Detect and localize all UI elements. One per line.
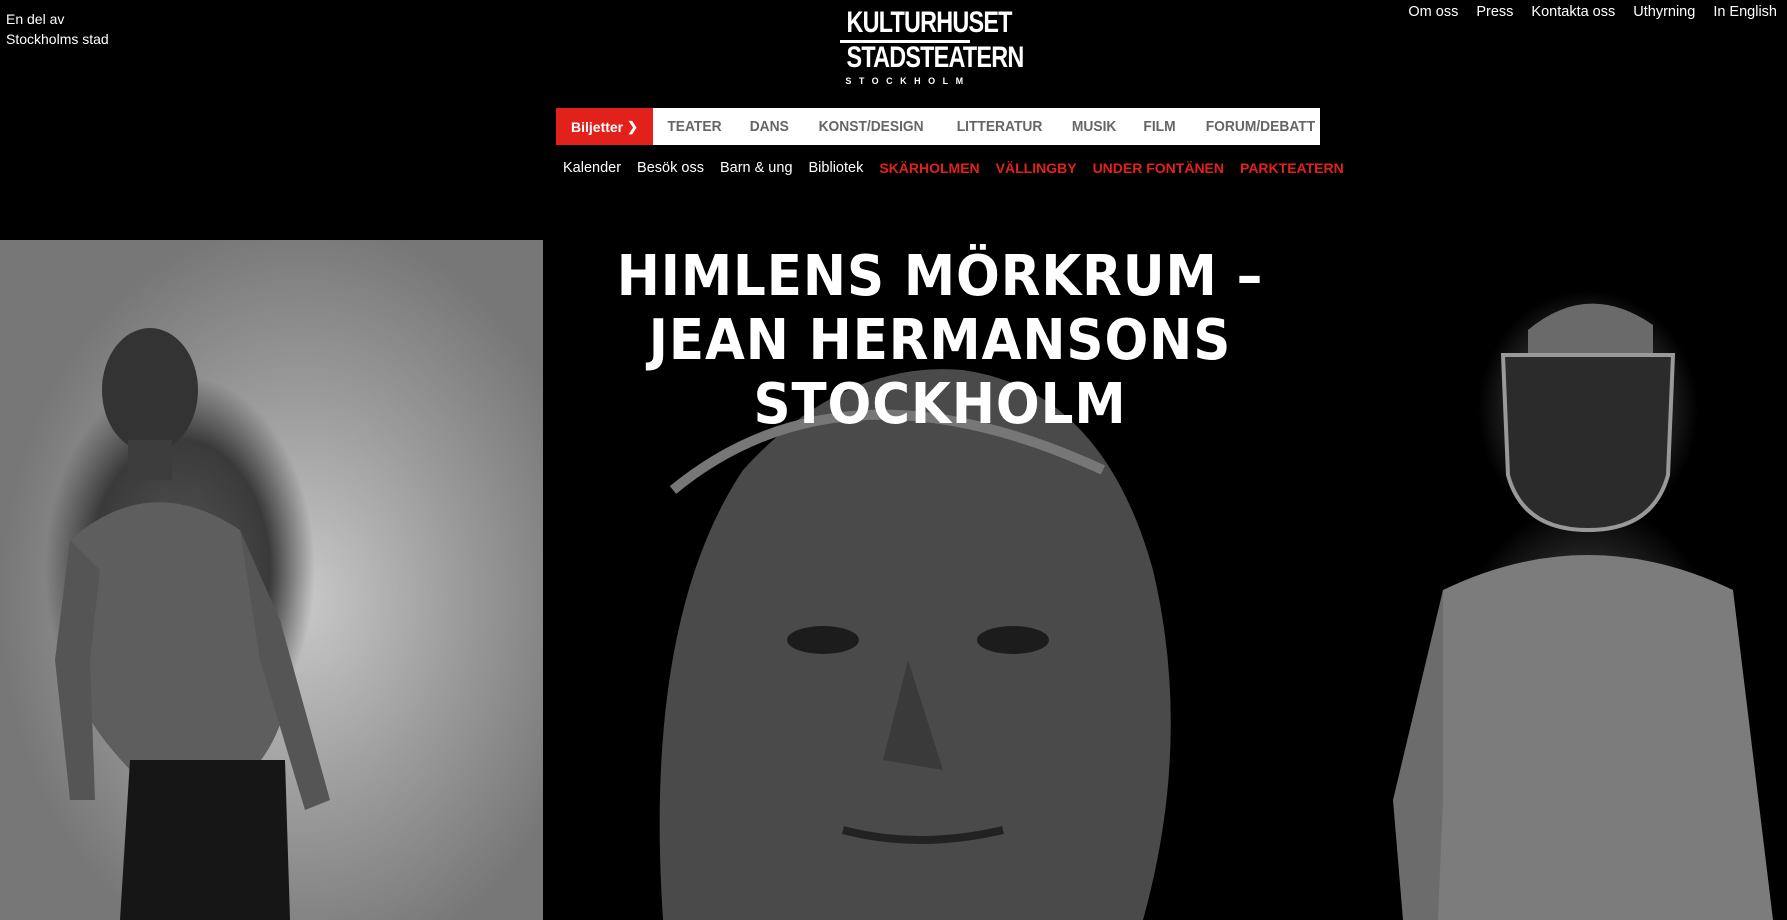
nav-item-litteratur[interactable]: LITTERATUR (945, 108, 1053, 145)
chevron-right-icon: ❯ (627, 118, 639, 134)
main-nav: Biljetter ❯ TEATER DANS KONST/DESIGN LIT… (556, 108, 1320, 145)
nav-item-forum-debatt[interactable]: FORUM/DEBATT (1195, 108, 1326, 145)
venue-link-parkteatern[interactable]: PARKTEATERN (1240, 160, 1344, 176)
hero-photo-shirtless-man (0, 240, 543, 920)
hero-title-line3: STOCKHOLM (753, 372, 1127, 437)
utility-link-kontakta-oss[interactable]: Kontakta oss (1531, 4, 1615, 20)
venue-link-skarholmen[interactable]: SKÄRHOLMEN (879, 160, 979, 176)
hero-photo-protective-suit (1303, 240, 1787, 920)
sub-nav-barn-ung[interactable]: Barn & ung (720, 160, 793, 176)
utility-link-om-oss[interactable]: Om oss (1408, 4, 1458, 20)
logo-line1: KULTURHUSET (846, 6, 1013, 39)
sub-nav-besok-oss[interactable]: Besök oss (637, 160, 704, 176)
nav-item-konst-design[interactable]: KONST/DESIGN (808, 108, 935, 145)
parent-org-line2: Stockholms stad (6, 31, 109, 47)
parent-org-line1: En del av (6, 11, 65, 27)
tickets-button[interactable]: Biljetter ❯ (556, 108, 654, 145)
nav-item-film[interactable]: FILM (1132, 108, 1186, 145)
utility-link-in-english[interactable]: In English (1713, 4, 1777, 20)
sub-nav: Kalender Besök oss Barn & ung Bibliotek … (563, 160, 1360, 176)
sub-nav-bibliotek[interactable]: Bibliotek (809, 160, 864, 176)
logo-line2: STADSTEATERN (846, 41, 1025, 74)
nav-item-musik[interactable]: MUSIK (1061, 108, 1128, 145)
hero-title-line2: JEAN HERMANSONS (648, 308, 1232, 373)
utility-link-press[interactable]: Press (1476, 4, 1513, 20)
parent-organization[interactable]: En del av Stockholms stad (6, 9, 109, 49)
hero-title[interactable]: HIMLENS MÖRKRUM – JEAN HERMANSONS STOCKH… (572, 245, 1308, 437)
utility-link-uthyrning[interactable]: Uthyrning (1633, 4, 1695, 20)
nav-item-dans[interactable]: DANS (739, 108, 800, 145)
venue-link-under-fontanen[interactable]: UNDER FONTÄNEN (1093, 160, 1224, 176)
utility-nav: Om oss Press Kontakta oss Uthyrning In E… (1408, 4, 1787, 20)
tickets-label: Biljetter (571, 118, 624, 135)
logo-line3: STOCKHOLM (845, 76, 971, 86)
site-logo[interactable]: KULTURHUSET STADSTEATERN STOCKHOLM (830, 6, 1025, 86)
nav-item-teater[interactable]: TEATER (656, 108, 732, 145)
venue-link-vallingby[interactable]: VÄLLINGBY (996, 160, 1077, 176)
site-header: En del av Stockholms stad Om oss Press K… (0, 0, 1787, 240)
hero-title-line1: HIMLENS MÖRKRUM – (616, 244, 1264, 309)
sub-nav-kalender[interactable]: Kalender (563, 160, 621, 176)
